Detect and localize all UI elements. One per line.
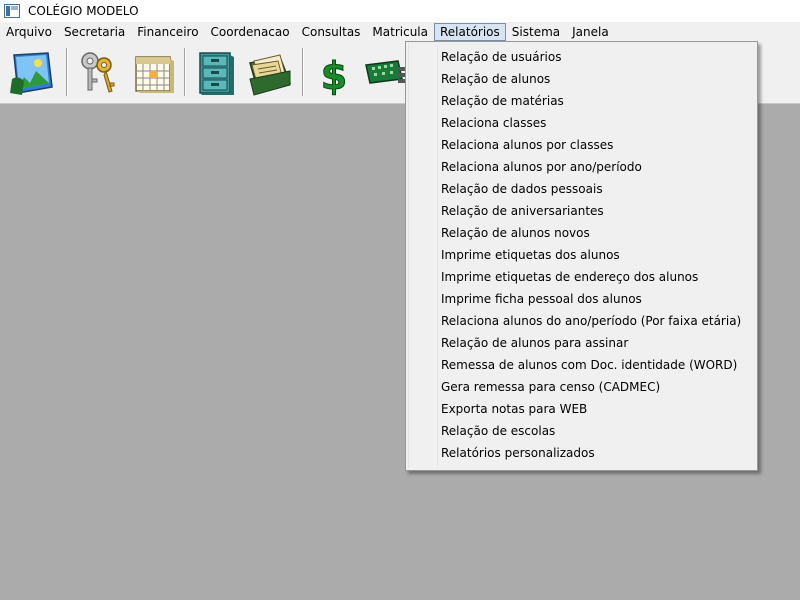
filing-cabinet-icon xyxy=(199,52,234,95)
toolbar-separator xyxy=(66,48,68,96)
menu-item-remessa-doc-identidade[interactable]: Remessa de alunos com Doc. identidade (W… xyxy=(441,354,737,376)
toolbar-button-landscape[interactable] xyxy=(6,46,58,100)
menu-item-exporta-notas-web[interactable]: Exporta notas para WEB xyxy=(441,398,587,420)
toolbar-button-keys[interactable] xyxy=(72,46,124,100)
toolbar-button-calendar[interactable] xyxy=(128,46,180,100)
relatorios-dropdown-menu: Relação de usuários Relação de alunos Re… xyxy=(405,41,758,471)
menu-item-etiquetas-alunos[interactable]: Imprime etiquetas dos alunos xyxy=(441,244,620,266)
menu-item-alunos-por-classes[interactable]: Relaciona alunos por classes xyxy=(441,134,613,156)
toolbar-button-financeiro[interactable]: $ xyxy=(308,46,360,100)
menu-item-relacao-usuarios[interactable]: Relação de usuários xyxy=(441,46,561,68)
menu-item-alunos-novos[interactable]: Relação de alunos novos xyxy=(441,222,590,244)
menu-financeiro[interactable]: Financeiro xyxy=(131,23,204,41)
dollar-icon: $ xyxy=(320,54,347,98)
menu-matricula[interactable]: Matricula xyxy=(366,23,434,41)
menu-item-etiquetas-endereco[interactable]: Imprime etiquetas de endereço dos alunos xyxy=(441,266,698,288)
menu-item-relaciona-classes[interactable]: Relaciona classes xyxy=(441,112,546,134)
app-window-icon xyxy=(4,4,20,18)
dropdown-inner: Relação de usuários Relação de alunos Re… xyxy=(408,44,755,468)
menu-item-ficha-pessoal[interactable]: Imprime ficha pessoal dos alunos xyxy=(441,288,642,310)
menu-sistema[interactable]: Sistema xyxy=(506,23,566,41)
menu-consultas[interactable]: Consultas xyxy=(296,23,367,41)
toolbar-button-documents[interactable] xyxy=(244,46,296,100)
toolbar-separator xyxy=(302,48,304,96)
menu-item-aniversariantes[interactable]: Relação de aniversariantes xyxy=(441,200,604,222)
menu-bar: Arquivo Secretaria Financeiro Coordenaca… xyxy=(0,22,800,42)
window-title: COLÉGIO MODELO xyxy=(28,4,139,18)
menu-item-relatorios-personalizados[interactable]: Relatórios personalizados xyxy=(441,442,595,464)
menu-secretaria[interactable]: Secretaria xyxy=(58,23,131,41)
menu-item-relacao-alunos[interactable]: Relação de alunos xyxy=(441,68,550,90)
menu-relatorios[interactable]: Relatórios xyxy=(434,23,506,41)
toolbar-button-filing-cabinet[interactable] xyxy=(190,46,242,100)
menu-item-relacao-escolas[interactable]: Relação de escolas xyxy=(441,420,555,442)
circuit-board-icon xyxy=(365,60,408,84)
title-bar: COLÉGIO MODELO xyxy=(0,0,800,22)
menu-item-faixa-etaria[interactable]: Relaciona alunos do ano/período (Por fai… xyxy=(441,310,741,332)
menu-gutter xyxy=(437,46,438,466)
menu-item-remessa-censo[interactable]: Gera remessa para censo (CADMEC) xyxy=(441,376,660,398)
menu-item-dados-pessoais[interactable]: Relação de dados pessoais xyxy=(441,178,603,200)
menu-item-alunos-para-assinar[interactable]: Relação de alunos para assinar xyxy=(441,332,628,354)
landscape-photo-icon xyxy=(10,52,53,95)
calendar-icon xyxy=(135,56,174,93)
svg-text:$: $ xyxy=(321,54,347,97)
keys-icon xyxy=(81,52,115,93)
toolbar-separator xyxy=(184,48,186,96)
menu-item-alunos-por-ano-periodo[interactable]: Relaciona alunos por ano/período xyxy=(441,156,642,178)
menu-arquivo[interactable]: Arquivo xyxy=(0,23,58,41)
menu-item-relacao-materias[interactable]: Relação de matérias xyxy=(441,90,564,112)
menu-coordenacao[interactable]: Coordenacao xyxy=(205,23,296,41)
documents-folder-icon xyxy=(249,54,292,96)
menu-janela[interactable]: Janela xyxy=(566,23,615,41)
